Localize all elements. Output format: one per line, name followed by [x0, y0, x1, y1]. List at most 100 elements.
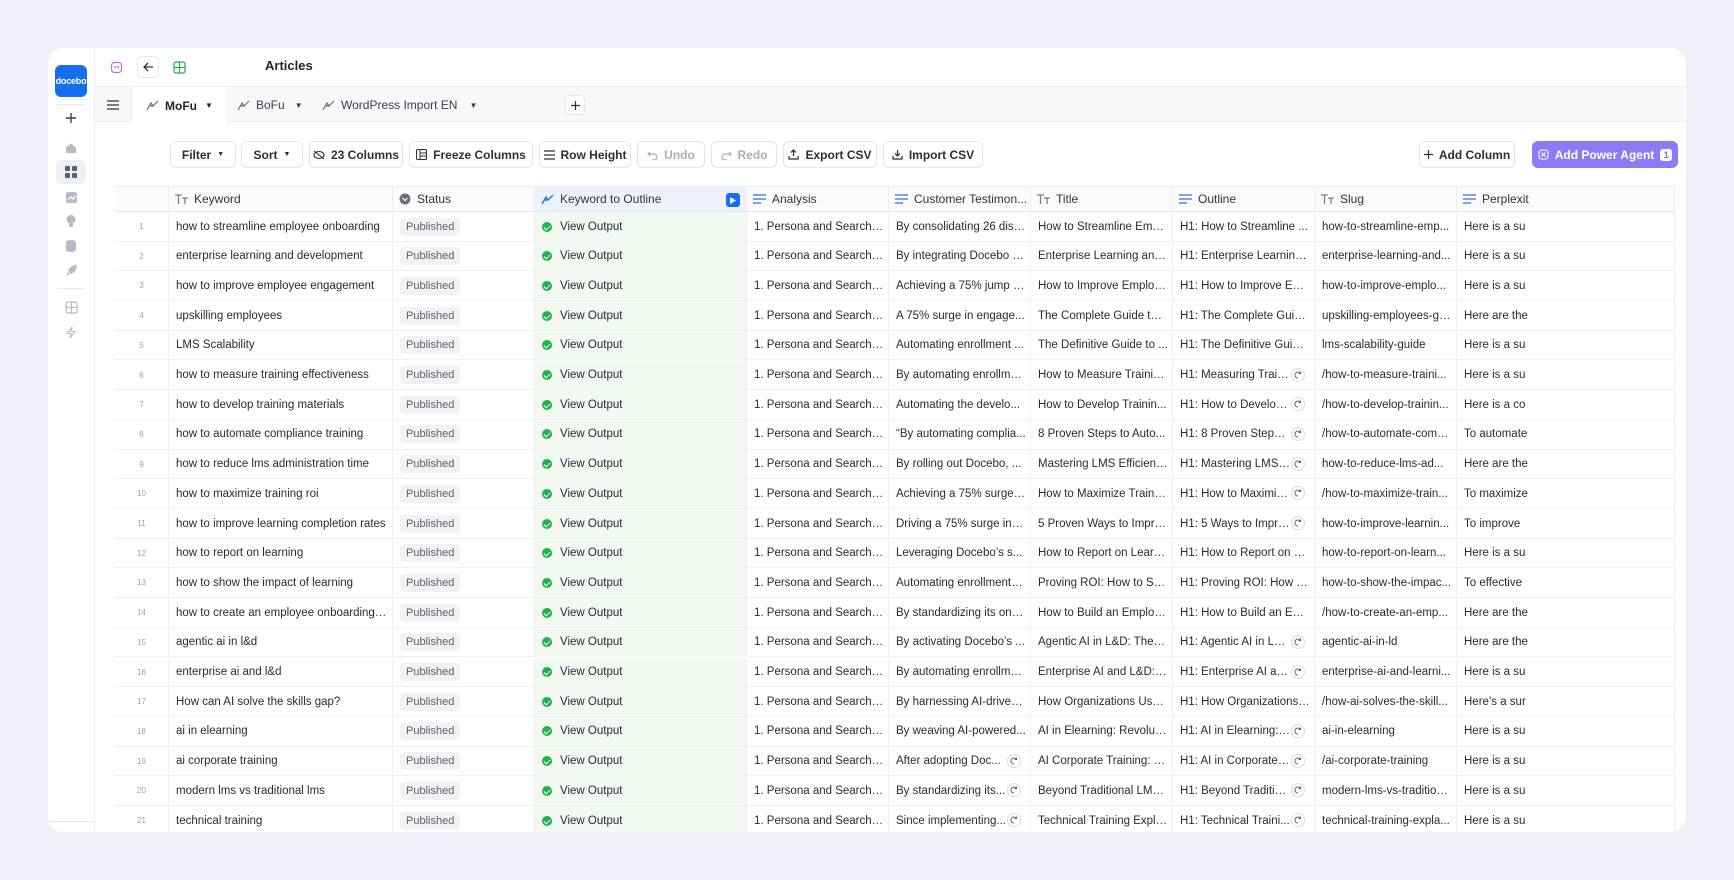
- cell-status[interactable]: Published: [393, 271, 535, 301]
- cell-perplexity[interactable]: To effective: [1457, 568, 1675, 598]
- table-row[interactable]: 10 how to maximize training roi Published V…: [115, 479, 1675, 509]
- row-height-button[interactable]: Row Height: [539, 141, 631, 168]
- cell-perplexity[interactable]: Here is a su: [1457, 241, 1675, 271]
- cell-title[interactable]: 5 Proven Ways to Impro...: [1031, 509, 1173, 538]
- cell-title[interactable]: The Complete Guide to ...: [1031, 301, 1173, 331]
- cell-perplexity[interactable]: Here is a su: [1457, 271, 1675, 301]
- cell-output[interactable]: View Output: [535, 598, 747, 628]
- cell-outline[interactable]: H1: Technical Traini...: [1173, 806, 1315, 832]
- cell-analysis[interactable]: 1. Persona and Search In...: [747, 538, 889, 568]
- cell-status[interactable]: Published: [393, 746, 535, 776]
- cell-testimonial[interactable]: Automating enrollments...: [889, 568, 1031, 598]
- cell-title[interactable]: Proving ROI: How to Sh...: [1031, 568, 1173, 598]
- cell-n[interactable]: 7: [115, 390, 169, 420]
- cell-keyword[interactable]: how to create an employee onboarding p..…: [169, 598, 393, 628]
- cell-slug[interactable]: /ai-corporate-training: [1315, 746, 1457, 776]
- cell-testimonial[interactable]: By standardizing its onb...: [889, 598, 1031, 628]
- cell-slug[interactable]: how-to-improve-emplo...: [1315, 271, 1457, 301]
- cell-testimonial[interactable]: Leveraging Docebo’s s...: [889, 538, 1031, 568]
- import-csv-button[interactable]: Import CSV: [883, 141, 983, 168]
- layout-icon[interactable]: [56, 295, 86, 319]
- cell-perplexity[interactable]: To automate: [1457, 419, 1675, 449]
- view-output-link[interactable]: View Output: [560, 577, 622, 589]
- cell-perplexity[interactable]: Here are the: [1457, 598, 1675, 628]
- cell-keyword[interactable]: agentic ai in l&d: [169, 627, 393, 657]
- column-header-analysis[interactable]: Analysis: [747, 186, 889, 212]
- column-header-testimonial[interactable]: Customer Testimon...: [889, 186, 1031, 212]
- cell-keyword[interactable]: how to measure training effectiveness: [169, 360, 393, 390]
- cell-n[interactable]: 20: [115, 776, 169, 806]
- cell-testimonial[interactable]: Achieving a 75% jump in...: [889, 271, 1031, 301]
- rocket-icon[interactable]: [56, 258, 86, 282]
- view-output-link[interactable]: View Output: [560, 458, 622, 470]
- cell-analysis[interactable]: 1. Persona and Search In...: [747, 627, 889, 657]
- cell-status[interactable]: Published: [393, 301, 535, 331]
- cell-slug[interactable]: /how-to-maximize-train...: [1315, 479, 1457, 509]
- back-arrow-icon[interactable]: [137, 56, 159, 78]
- cell-status[interactable]: Published: [393, 419, 535, 449]
- cell-slug[interactable]: how-to-show-the-impac...: [1315, 568, 1457, 598]
- columns-button[interactable]: 23 Columns: [309, 141, 403, 168]
- undo-button[interactable]: Undo: [637, 141, 705, 168]
- cell-output[interactable]: View Output: [535, 360, 747, 390]
- lightbulb-icon[interactable]: [56, 209, 86, 233]
- cell-keyword[interactable]: LMS Scalability: [169, 330, 393, 360]
- cell-slug[interactable]: /how-to-automate-comp...: [1315, 419, 1457, 449]
- table-row[interactable]: 8 how to automate compliance training Publ…: [115, 419, 1675, 450]
- cell-status[interactable]: Published: [393, 806, 535, 832]
- cell-perplexity[interactable]: To improve: [1457, 509, 1675, 538]
- cell-keyword[interactable]: how to automate compliance training: [169, 419, 393, 449]
- cell-status[interactable]: Published: [393, 449, 535, 479]
- view-output-link[interactable]: View Output: [560, 399, 622, 411]
- cell-title[interactable]: AI Corporate Training: Bu...: [1031, 746, 1173, 776]
- cell-n[interactable]: 12: [115, 538, 169, 568]
- refresh-icon[interactable]: [1291, 813, 1305, 827]
- cell-testimonial[interactable]: By integrating Docebo w...: [889, 241, 1031, 271]
- add-power-agent-button[interactable]: Add Power Agent 1: [1532, 141, 1678, 168]
- cell-outline[interactable]: H1: AI in Elearning: ...: [1173, 716, 1315, 746]
- cell-analysis[interactable]: 1. Persona and Search In...: [747, 509, 889, 538]
- cell-analysis[interactable]: 1. Persona and Search In...: [747, 212, 889, 241]
- cell-analysis[interactable]: 1. Persona and Search In...: [747, 241, 889, 271]
- cell-status[interactable]: Published: [393, 657, 535, 687]
- cell-keyword[interactable]: modern lms vs traditional lms: [169, 776, 393, 806]
- cell-perplexity[interactable]: Here are the: [1457, 627, 1675, 657]
- refresh-icon[interactable]: [1291, 456, 1305, 471]
- cell-keyword[interactable]: How can AI solve the skills gap?: [169, 687, 393, 717]
- cell-n[interactable]: 13: [115, 568, 169, 598]
- tab-bofu[interactable]: BoFu ▼: [223, 87, 317, 123]
- cell-perplexity[interactable]: Here is a su: [1457, 776, 1675, 806]
- refresh-icon[interactable]: [1291, 397, 1305, 412]
- cell-outline[interactable]: H1: Agentic AI in L&D...: [1173, 627, 1315, 657]
- cell-title[interactable]: How to Maximize Trainin...: [1031, 479, 1173, 509]
- cell-n[interactable]: 21: [115, 806, 169, 832]
- cell-n[interactable]: 2: [115, 241, 169, 271]
- cell-n[interactable]: 3: [115, 271, 169, 301]
- view-output-link[interactable]: View Output: [560, 607, 622, 619]
- redo-button[interactable]: Redo: [711, 141, 777, 168]
- cell-outline[interactable]: H1: Enterprise Learning ...: [1173, 241, 1315, 271]
- cell-perplexity[interactable]: Here is a su: [1457, 212, 1675, 241]
- cell-perplexity[interactable]: Here is a su: [1457, 746, 1675, 776]
- view-output-link[interactable]: View Output: [560, 488, 622, 500]
- cell-status[interactable]: Published: [393, 627, 535, 657]
- cell-output[interactable]: View Output: [535, 241, 747, 271]
- export-csv-button[interactable]: Export CSV: [783, 141, 877, 168]
- cell-output[interactable]: View Output: [535, 301, 747, 331]
- cell-slug[interactable]: /how-to-measure-traini...: [1315, 360, 1457, 390]
- run-column-icon[interactable]: [726, 193, 740, 207]
- table-row[interactable]: 16 enterprise ai and l&d Published View Out…: [115, 657, 1675, 688]
- view-output-link[interactable]: View Output: [560, 250, 622, 262]
- cell-output[interactable]: View Output: [535, 776, 747, 806]
- cell-status[interactable]: Published: [393, 776, 535, 806]
- cell-status[interactable]: Published: [393, 241, 535, 271]
- table-row[interactable]: 9 how to reduce lms administration time Pu…: [115, 449, 1675, 480]
- home-icon[interactable]: [56, 136, 86, 160]
- cell-outline[interactable]: H1: How to Develop ...: [1173, 390, 1315, 420]
- column-header-row-number[interactable]: [115, 186, 169, 212]
- cell-title[interactable]: How to Report on Learn...: [1031, 538, 1173, 568]
- cell-slug[interactable]: how-to-streamline-emp...: [1315, 212, 1457, 241]
- cell-keyword[interactable]: ai corporate training: [169, 746, 393, 776]
- column-header-status[interactable]: Status: [393, 186, 535, 212]
- cell-slug[interactable]: how-to-improve-learnin...: [1315, 509, 1457, 538]
